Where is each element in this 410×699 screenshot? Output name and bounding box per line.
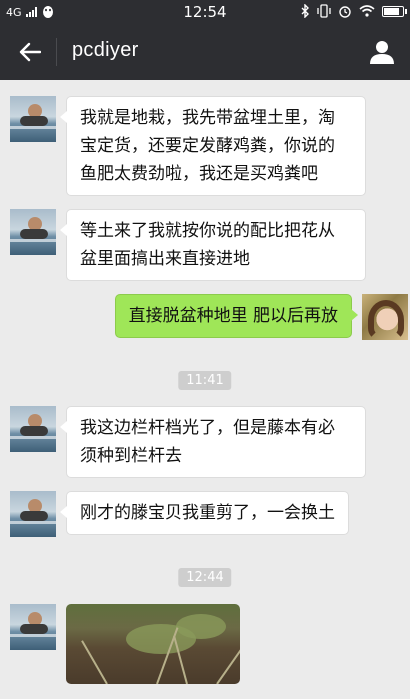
timestamp-divider: 12:44: [178, 568, 232, 587]
contact-avatar[interactable]: [10, 209, 56, 255]
chat-area[interactable]: 我就是地栽，我先带盆埋土里，淘 宝定货，还要定发酵鸡粪，你说的 鱼肥太费劲啦，我…: [0, 80, 410, 699]
incoming-message[interactable]: 我这边栏杆档光了，但是藤本有必 须种到栏杆去: [60, 406, 366, 478]
plant-foliage: [176, 614, 226, 639]
outgoing-message[interactable]: 直接脱盆种地里 肥以后再放: [114, 294, 359, 338]
message-line: 直接脱盆种地里 肥以后再放: [128, 306, 338, 326]
alarm-icon: [339, 6, 351, 18]
contact-avatar[interactable]: [10, 406, 56, 452]
status-right: [300, 4, 407, 18]
message-line: 鱼肥太费劲啦，我还是买鸡粪吧: [80, 164, 318, 184]
chat-title: pcdiyer: [72, 39, 139, 61]
plant-stem: [216, 638, 240, 684]
avatar-image: [10, 406, 56, 452]
header-divider: [56, 38, 57, 66]
message-line: 宝定货，还要定发酵鸡粪，你说的: [80, 136, 335, 156]
wifi-icon: [359, 5, 375, 17]
incoming-message[interactable]: 刚才的滕宝贝我重剪了，一会换土: [60, 491, 349, 535]
battery-icon: [382, 5, 407, 17]
message-line: 须种到栏杆去: [80, 446, 182, 466]
status-bar: 4G 12:54: [0, 0, 410, 24]
avatar-image: [10, 491, 56, 537]
avatar-image: [362, 294, 408, 340]
image-message[interactable]: [66, 604, 240, 684]
message-line: 我这边栏杆档光了，但是藤本有必: [80, 418, 335, 438]
chat-header: pcdiyer: [0, 24, 410, 80]
message-line: 盆里面搞出来直接进地: [80, 249, 250, 269]
plant-stem: [81, 640, 108, 684]
person-icon: [370, 41, 394, 64]
contact-avatar[interactable]: [10, 96, 56, 142]
message-line: 我就是地栽，我先带盆埋土里，淘: [80, 108, 335, 128]
avatar-image: [10, 209, 56, 255]
back-button[interactable]: [10, 32, 50, 72]
vibrate-icon: [317, 4, 331, 18]
chat-profile-button[interactable]: [364, 34, 400, 70]
contact-avatar[interactable]: [10, 491, 56, 537]
message-line: 等土来了我就按你说的配比把花从: [80, 221, 335, 241]
timestamp-divider: 11:41: [178, 371, 232, 390]
bluetooth-icon: [301, 4, 309, 18]
back-arrow-icon: [19, 42, 41, 62]
message-line: 刚才的滕宝贝我重剪了，一会换土: [80, 503, 335, 523]
incoming-message[interactable]: 等土来了我就按你说的配比把花从 盆里面搞出来直接进地: [60, 209, 366, 281]
avatar-image: [10, 604, 56, 650]
avatar-image: [10, 96, 56, 142]
incoming-message[interactable]: 我就是地栽，我先带盆埋土里，淘 宝定货，还要定发酵鸡粪，你说的 鱼肥太费劲啦，我…: [60, 96, 366, 196]
my-avatar[interactable]: [362, 294, 408, 340]
contact-avatar[interactable]: [10, 604, 56, 650]
